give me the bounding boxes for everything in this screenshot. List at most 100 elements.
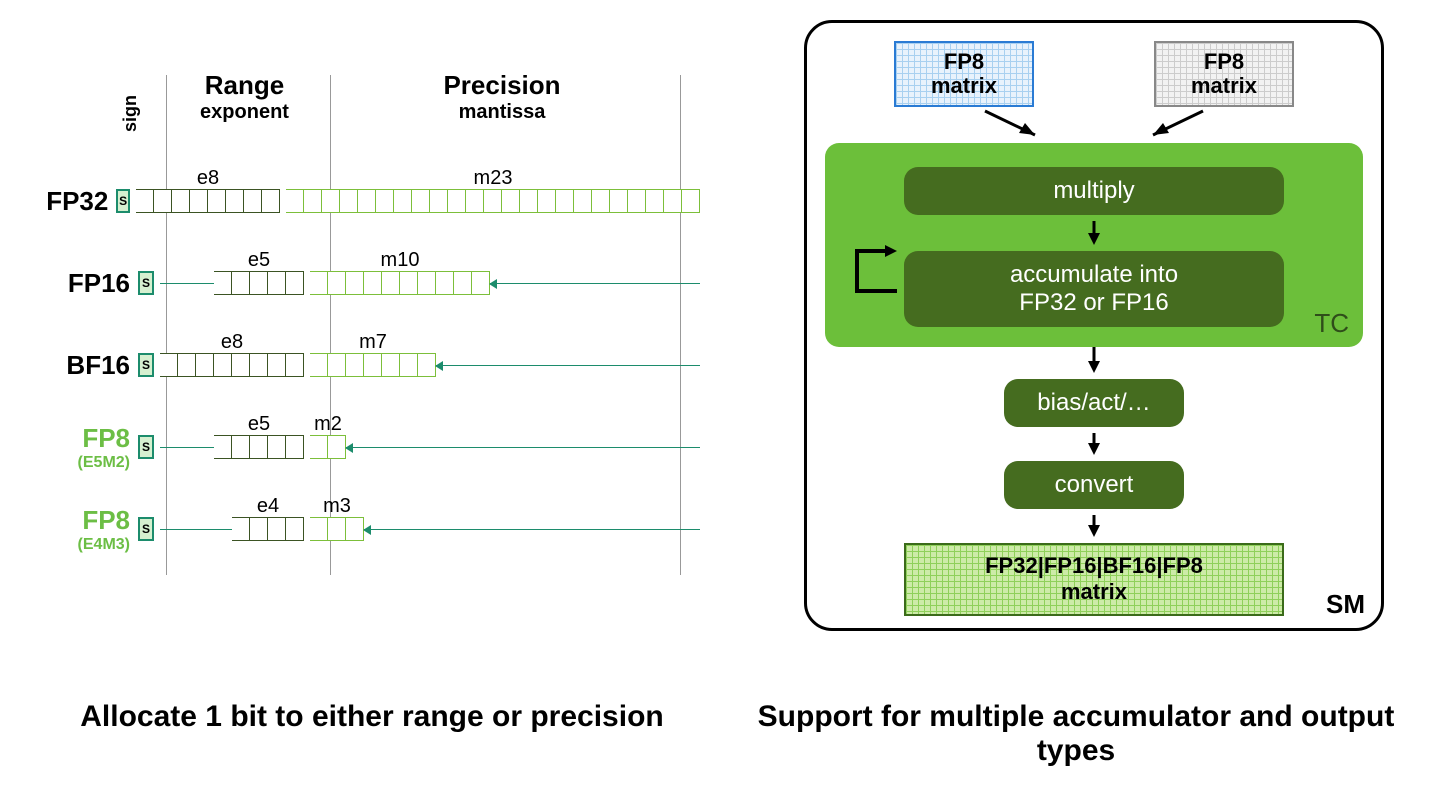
exp-bit [178,353,196,377]
format-row: FP8(E5M2)Se5m2 [20,406,700,488]
output-matrix: FP32|FP16|BF16|FP8 matrix [904,543,1284,616]
man-bit [382,271,400,295]
sm-box: FP8 matrix FP8 matrix multiply [804,20,1384,631]
format-label: BF16 [20,350,138,381]
mantissa-label: m7 [310,331,436,354]
man-bit [682,189,700,213]
input-arrows [825,113,1363,143]
header-precision-title: Precision [327,70,677,101]
man-bit [346,517,364,541]
man-bit [394,189,412,213]
exp-bit [250,435,268,459]
format-label: FP8(E5M2) [20,423,138,472]
exp-bit [160,353,178,377]
man-bit [310,271,328,295]
exp-bit [172,189,190,213]
mantissa-bits: m2 [310,435,346,459]
exp-lead-line [160,529,232,530]
output-matrix-label: FP32|FP16|BF16|FP8 matrix [985,553,1203,604]
exp-bit [268,517,286,541]
headers-row: sign Range exponent Precision mantissa [140,70,677,124]
exp-bit [250,353,268,377]
mantissa-label: m10 [310,249,490,272]
man-bit [484,189,502,213]
man-bit [502,189,520,213]
man-bit [646,189,664,213]
exp-bit [190,189,208,213]
man-bit [520,189,538,213]
man-bit [328,435,346,459]
man-bit [310,435,328,459]
convert-box: convert [1004,461,1184,509]
exp-bit [136,189,154,213]
man-bit [328,517,346,541]
bias-box: bias/act/… [1004,379,1184,427]
exponent-bits: e5 [214,435,304,459]
bit-area: e5m2 [160,406,700,488]
man-bit [400,271,418,295]
exponent-label: e4 [232,495,304,518]
exponent-label: e8 [160,331,304,354]
man-bit [328,353,346,377]
exponent-label: e8 [136,167,280,190]
exp-bit [250,517,268,541]
format-row: FP32Se8m23 [20,160,700,242]
captions-row: Allocate 1 bit to either range or precis… [20,700,1428,768]
exp-bit [286,353,304,377]
man-bit [286,189,304,213]
arrow-convert-output-icon [825,515,1363,537]
arrow-in-left-icon [975,109,1055,145]
exp-bit [268,271,286,295]
exp-bit [196,353,214,377]
man-bit [466,189,484,213]
sign-bit: S [138,271,154,295]
man-bit [610,189,628,213]
format-sublabel: (E5M2) [20,454,130,472]
caption-left: Allocate 1 bit to either range or precis… [20,700,724,768]
exp-bit [232,353,250,377]
mantissa-tail-line [364,529,700,530]
man-bit [310,517,328,541]
man-bit [346,271,364,295]
man-bit [328,271,346,295]
bit-area: e4 m3 [160,488,700,570]
exp-lead-line [160,447,214,448]
exponent-label: e5 [214,249,304,272]
man-bit [382,353,400,377]
format-sublabel: (E4M3) [20,536,130,554]
exp-bit [226,189,244,213]
exp-bit [268,353,286,377]
man-bit [346,353,364,377]
mantissa-bits: m3 [310,517,364,541]
input-matrix-a-label: FP8 matrix [896,50,1032,98]
header-precision-sub: mantissa [327,101,677,124]
mantissa-label: m23 [286,167,700,190]
exp-bit [214,353,232,377]
man-bit [430,189,448,213]
header-range: Range exponent [162,70,327,124]
bit-area: e5 m10 [160,242,700,324]
arrow-bias-convert-icon [825,433,1363,455]
accumulate-box: accumulate into FP32 or FP16 [904,251,1284,327]
man-bit [322,189,340,213]
mantissa-label: m2 [310,413,346,436]
exp-bit [262,189,280,213]
bit-area: e8 m23 [136,160,700,242]
exp-bit [286,435,304,459]
mantissa-bits: m10 [310,271,490,295]
exp-bit [286,271,304,295]
man-bit [664,189,682,213]
exp-lead-line [160,283,214,284]
format-row: FP16Se5m10 [20,242,700,324]
mantissa-tail-line [436,365,700,366]
man-bit [574,189,592,213]
exp-bit [268,435,286,459]
sm-label: SM [1326,589,1365,620]
input-matrix-b-label: FP8 matrix [1156,50,1292,98]
multiply-box: multiply [904,167,1284,215]
header-range-title: Range [162,70,327,101]
sign-bit: S [138,435,154,459]
exp-bit [232,435,250,459]
input-matrix-a: FP8 matrix [894,41,1034,107]
man-bit [628,189,646,213]
